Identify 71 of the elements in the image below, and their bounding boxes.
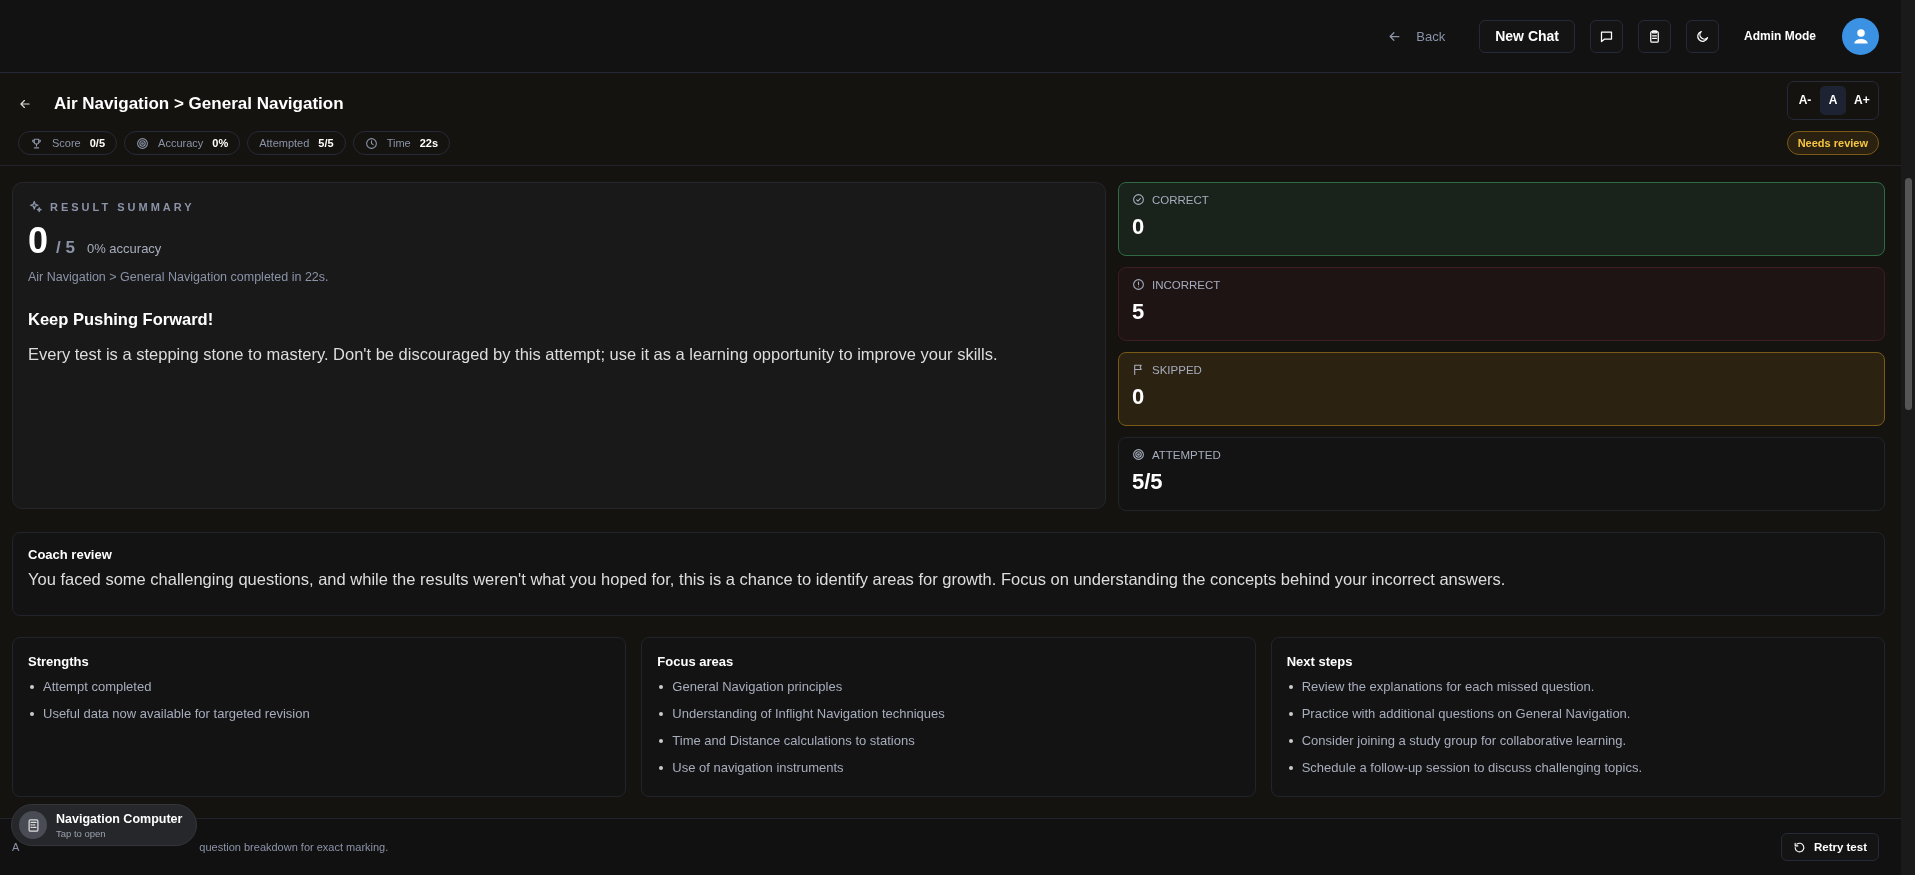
scrollbar[interactable] — [1901, 0, 1915, 875]
result-title: Keep Pushing Forward! — [28, 310, 215, 329]
check-icon — [1132, 193, 1145, 206]
score-total: / 5 — [56, 238, 75, 258]
back-button[interactable] — [18, 97, 32, 111]
clock-icon — [364, 136, 378, 150]
font-size-button[interactable]: A+ — [1848, 85, 1874, 115]
result-message: Every test is a stepping stone to mastery. Don't be discouraged by this attempt; use it as a learning opportunity to improve your skills. — [28, 345, 999, 364]
card-title: Focus areas — [657, 654, 735, 669]
bullet-icon — [1288, 684, 1293, 689]
list-item: General Navigation principles — [672, 678, 843, 695]
list-item: Understanding of Inflight Navigation techniques — [672, 705, 945, 722]
card-title: Coach review — [28, 547, 113, 562]
bullet-icon — [659, 684, 664, 689]
status-badge: Needs review — [1786, 131, 1879, 155]
theme-button[interactable] — [1686, 19, 1719, 53]
list-item: Practice with additional questions on General Navigation. — [1301, 705, 1631, 722]
outcome-label: ATTEMPTED — [1152, 448, 1221, 461]
outcome-value: 0 — [1132, 384, 1146, 410]
retry-icon — [1792, 840, 1806, 854]
bullet-icon — [30, 711, 34, 716]
list-item: Time and Distance calculations to stations — [672, 732, 915, 749]
calculator-icon — [25, 817, 41, 833]
moon-icon — [1695, 28, 1710, 44]
person-icon — [1851, 27, 1870, 45]
font-size-button[interactable]: A — [1820, 85, 1846, 115]
font-size-button[interactable]: A- — [1792, 85, 1818, 115]
page-title: Air Navigation > General Navigation — [54, 94, 344, 114]
bullet-icon — [1288, 711, 1293, 716]
completion-text: Air Navigation > General Navigation completed in 22s. — [28, 270, 330, 284]
bullet-icon — [659, 738, 664, 743]
list-item: Review the explanations for each missed question. — [1301, 678, 1595, 695]
outcome-value: 5 — [1132, 299, 1146, 325]
alert-icon — [1132, 278, 1145, 291]
footer-note: question breakdown for exact marking. — [199, 841, 389, 853]
bullet-icon — [659, 765, 664, 770]
target-icon — [136, 136, 150, 150]
bullet-icon — [659, 711, 664, 716]
trophy-icon — [30, 136, 43, 150]
chat-icon — [1599, 28, 1614, 44]
section-heading: RESULT SUMMARY — [50, 200, 195, 213]
list-item: Use of navigation instruments — [672, 759, 844, 776]
back-button[interactable]: Back — [1381, 27, 1452, 45]
mode-label: Admin Mode — [1744, 29, 1816, 43]
list-item: Useful data now available for targeted revision — [43, 705, 310, 722]
bullet-icon — [30, 684, 34, 689]
outcome-value: 5/5 — [1132, 469, 1164, 495]
retry-button[interactable]: Retry test — [1780, 833, 1879, 861]
chat-button[interactable] — [1590, 19, 1623, 53]
bullet-icon — [1288, 765, 1293, 770]
card-title: Strengths — [28, 654, 90, 669]
list-item: Consider joining a study group for collaborative learning. — [1301, 732, 1627, 749]
card-title: Next steps — [1286, 654, 1354, 669]
target-icon — [1132, 448, 1145, 461]
outcome-label: INCORRECT — [1152, 278, 1221, 291]
list-item: Attempt completed — [43, 678, 152, 695]
outcome-label: SKIPPED — [1152, 363, 1202, 376]
coach-review-text: You faced some challenging questions, and while the results weren't what you hoped for, this is a chance to identify areas for growth. Focus on understanding the concepts behind your incorrect answers. — [28, 570, 1507, 589]
flag-icon — [1132, 363, 1145, 376]
new-chat-button[interactable]: New Chat — [1479, 19, 1575, 53]
avatar[interactable] — [1842, 17, 1879, 55]
bullet-icon — [1288, 738, 1293, 743]
sparkles-icon — [28, 199, 43, 214]
outcome-value: 0 — [1132, 214, 1146, 240]
arrow-icon — [18, 97, 32, 111]
clipboard-button[interactable] — [1638, 19, 1671, 53]
accuracy-text: 0% accuracy — [86, 241, 162, 256]
outcome-label: CORRECT — [1152, 193, 1209, 206]
list-item: Schedule a follow-up session to discuss challenging topics. — [1301, 759, 1643, 776]
score-value: 0 — [28, 220, 49, 262]
clipboard-icon — [1647, 28, 1662, 44]
